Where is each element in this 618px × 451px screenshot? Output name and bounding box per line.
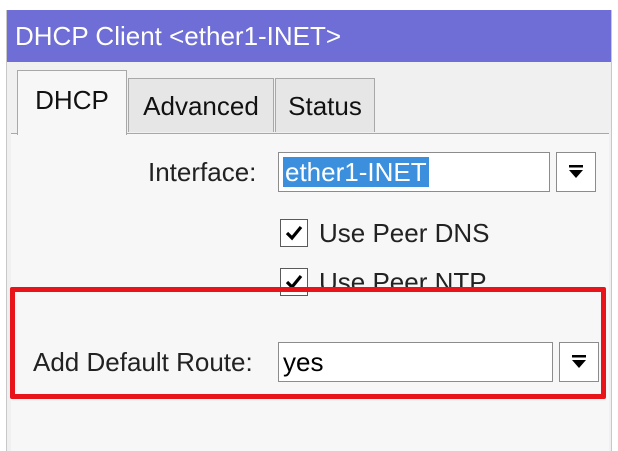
- interface-dropdown-button[interactable]: [556, 152, 596, 192]
- checkmark-icon: [285, 274, 303, 290]
- tab-dhcp[interactable]: DHCP: [17, 70, 127, 135]
- checkmark-icon: [285, 225, 303, 241]
- dhcp-tab-panel: Interface: ether1-INET Use Peer DNS Use …: [11, 133, 609, 451]
- use-peer-ntp-label: Use Peer NTP: [319, 267, 487, 297]
- window-title: DHCP Client <ether1-INET>: [7, 10, 611, 62]
- tab-strip: DHCP Advanced Status: [7, 62, 611, 135]
- add-default-route-label: Add Default Route:: [33, 347, 253, 377]
- dhcp-client-window: DHCP Client <ether1-INET> DHCP Advanced …: [6, 10, 612, 451]
- use-peer-ntp-checkbox[interactable]: [280, 268, 308, 296]
- use-peer-dns-label: Use Peer DNS: [319, 218, 490, 248]
- add-default-route-dropdown-button[interactable]: [559, 342, 599, 382]
- tab-status[interactable]: Status: [275, 78, 375, 132]
- interface-label: Interface:: [148, 157, 257, 187]
- tab-advanced[interactable]: Advanced: [128, 78, 274, 132]
- add-default-route-value: yes: [283, 347, 324, 377]
- add-default-route-field[interactable]: yes: [278, 342, 553, 382]
- dropdown-arrow-icon: [572, 355, 586, 368]
- dropdown-arrow-icon: [569, 165, 583, 178]
- use-peer-dns-checkbox[interactable]: [280, 219, 308, 247]
- interface-value: ether1-INET: [283, 157, 429, 187]
- interface-field[interactable]: ether1-INET: [278, 152, 550, 192]
